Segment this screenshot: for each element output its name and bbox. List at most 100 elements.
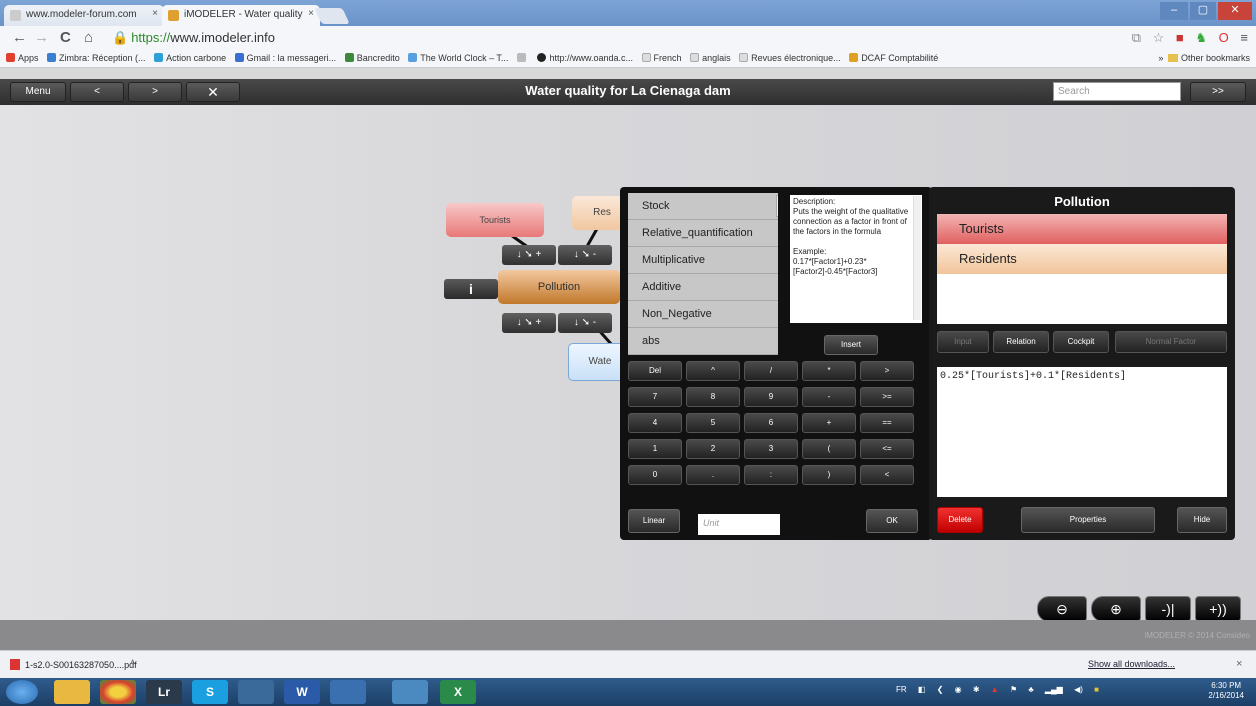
key-del[interactable]: Del <box>628 361 682 381</box>
formula-input[interactable]: 0.25*[Tourists]+0.1*[Residents] <box>937 367 1227 497</box>
translate-icon[interactable]: ⧉ <box>1132 30 1141 45</box>
function-item[interactable]: abs <box>628 328 778 355</box>
tab-imodeler[interactable]: iMODELER - Water quality × <box>162 5 320 26</box>
key-greater[interactable]: > <box>860 361 914 381</box>
key-caret[interactable]: ^ <box>686 361 740 381</box>
minimize-button[interactable]: – <box>1160 2 1188 20</box>
back-arrow-icon[interactable]: ← <box>12 29 27 47</box>
download-menu-icon[interactable]: ˄ <box>130 657 135 667</box>
excel-icon[interactable]: X <box>440 680 476 704</box>
collapse-button[interactable]: -)| <box>1145 596 1191 622</box>
tab-input[interactable]: Input <box>937 331 989 353</box>
key-plus[interactable]: + <box>802 413 856 433</box>
language-indicator[interactable]: FR <box>896 685 907 694</box>
factor-node-pollution[interactable]: Pollution <box>498 270 620 304</box>
other-bookmarks[interactable]: » Other bookmarks <box>1158 50 1250 67</box>
tray-icon[interactable]: ❮ <box>937 685 944 694</box>
lightroom-icon[interactable]: Lr <box>146 680 182 704</box>
key-2[interactable]: 2 <box>686 439 740 459</box>
function-item[interactable]: Non_Negative <box>628 301 778 328</box>
evernote-icon[interactable]: ♞ <box>1195 30 1207 45</box>
input-factor-item[interactable]: Tourists <box>937 214 1227 244</box>
key-0[interactable]: 0 <box>628 465 682 485</box>
opera-icon[interactable]: O <box>1219 30 1229 45</box>
unit-input[interactable]: Unit <box>698 514 780 535</box>
function-item[interactable]: Additive <box>628 274 778 301</box>
key-less-equal[interactable]: <= <box>860 439 914 459</box>
linear-button[interactable]: Linear <box>628 509 680 533</box>
key-4[interactable]: 4 <box>628 413 682 433</box>
bookmark-anglais[interactable]: anglais <box>690 50 731 67</box>
reload-icon[interactable]: C <box>60 29 71 47</box>
insert-button[interactable]: Insert <box>824 335 878 355</box>
show-all-downloads-link[interactable]: Show all downloads... <box>1088 659 1175 669</box>
volume-icon[interactable]: ◀) <box>1074 685 1083 694</box>
tray-icon[interactable]: ◧ <box>918 685 926 694</box>
arrow-app-icon[interactable] <box>330 680 366 704</box>
extension-icon[interactable]: ■ <box>1176 30 1184 45</box>
more-bookmarks-chevron-icon[interactable]: » <box>1158 53 1163 63</box>
bookmark-oanda[interactable]: http://www.oanda.c... <box>537 50 633 67</box>
download-item[interactable]: 1-s2.0-S00163287050....pdf <box>10 657 137 673</box>
tray-icon[interactable]: ♣ <box>1028 685 1033 694</box>
clock[interactable]: 6:30 PM 2/16/2014 <box>1208 681 1244 701</box>
tab-normal-factor[interactable]: Normal Factor <box>1115 331 1227 353</box>
key-multiply[interactable]: * <box>802 361 856 381</box>
function-list-scrollbar[interactable] <box>776 195 778 217</box>
function-item[interactable]: Stock <box>628 193 778 220</box>
tab-cockpit[interactable]: Cockpit <box>1053 331 1109 353</box>
close-window-button[interactable]: ✕ <box>1218 2 1252 20</box>
key-equal[interactable]: == <box>860 413 914 433</box>
close-icon[interactable]: × <box>152 8 158 19</box>
input-factor-item[interactable]: Residents <box>937 244 1227 274</box>
tab-modeler-forum[interactable]: www.modeler-forum.com × <box>4 5 164 26</box>
document-app-icon[interactable] <box>392 680 428 704</box>
key-minus[interactable]: - <box>802 387 856 407</box>
bookmark-revues[interactable]: Revues électronique... <box>739 50 841 67</box>
maximize-button[interactable]: ▢ <box>1190 2 1216 20</box>
tray-icon[interactable]: ■ <box>1094 685 1099 694</box>
close-downloads-icon[interactable]: × <box>1236 658 1242 670</box>
function-item[interactable]: Multiplicative <box>628 247 778 274</box>
ok-button[interactable]: OK <box>866 509 918 533</box>
close-icon[interactable]: × <box>308 8 314 19</box>
key-divide[interactable]: / <box>744 361 798 381</box>
start-button[interactable] <box>6 680 38 704</box>
key-3[interactable]: 3 <box>744 439 798 459</box>
connection-handle-out-plus[interactable]: ↓ ➘ + <box>502 313 556 333</box>
function-item[interactable]: Relative_quantification <box>628 220 778 247</box>
key-colon[interactable]: : <box>744 465 798 485</box>
bookmark-bancredito[interactable]: Bancredito <box>344 50 400 67</box>
tray-icon[interactable]: ✱ <box>973 685 980 694</box>
hide-button[interactable]: Hide <box>1177 507 1227 533</box>
bookmark-zimbra[interactable]: Zimbra: Réception (... <box>47 50 146 67</box>
key-9[interactable]: 9 <box>744 387 798 407</box>
bookmark-action-carbone[interactable]: Action carbone <box>154 50 226 67</box>
key-dot[interactable]: . <box>686 465 740 485</box>
bookmark-french[interactable]: French <box>641 50 682 67</box>
search-input[interactable]: Search <box>1053 82 1181 101</box>
connection-handle-residents[interactable]: ↓ ➘ - <box>558 245 612 265</box>
key-close-paren[interactable]: ) <box>802 465 856 485</box>
connection-handle-tourists[interactable]: ↓ ➘ + <box>502 245 556 265</box>
word-icon[interactable]: W <box>284 680 320 704</box>
properties-button[interactable]: Properties <box>1021 507 1155 533</box>
key-less[interactable]: < <box>860 465 914 485</box>
key-open-paren[interactable]: ( <box>802 439 856 459</box>
key-1[interactable]: 1 <box>628 439 682 459</box>
home-icon[interactable]: ⌂ <box>84 29 93 47</box>
address-bar[interactable]: 🔒 https://www.imodeler.info <box>112 29 275 47</box>
key-5[interactable]: 5 <box>686 413 740 433</box>
key-7[interactable]: 7 <box>628 387 682 407</box>
flag-icon[interactable]: ⚑ <box>1010 685 1017 694</box>
connection-handle-out-minus[interactable]: ↓ ➘ - <box>558 313 612 333</box>
star-icon[interactable]: ☆ <box>1153 30 1165 45</box>
bookmark-blank[interactable] <box>516 50 529 67</box>
bookmark-world-clock[interactable]: The World Clock – T... <box>408 50 508 67</box>
function-list[interactable]: Stock Relative_quantification Multiplica… <box>628 193 778 355</box>
tray-icon[interactable]: ◉ <box>955 685 962 694</box>
forward-arrow-icon[interactable]: → <box>34 29 49 47</box>
key-greater-equal[interactable]: >= <box>860 387 914 407</box>
description-scrollbar[interactable] <box>913 196 921 320</box>
chrome-menu-icon[interactable]: ≡ <box>1240 30 1248 45</box>
